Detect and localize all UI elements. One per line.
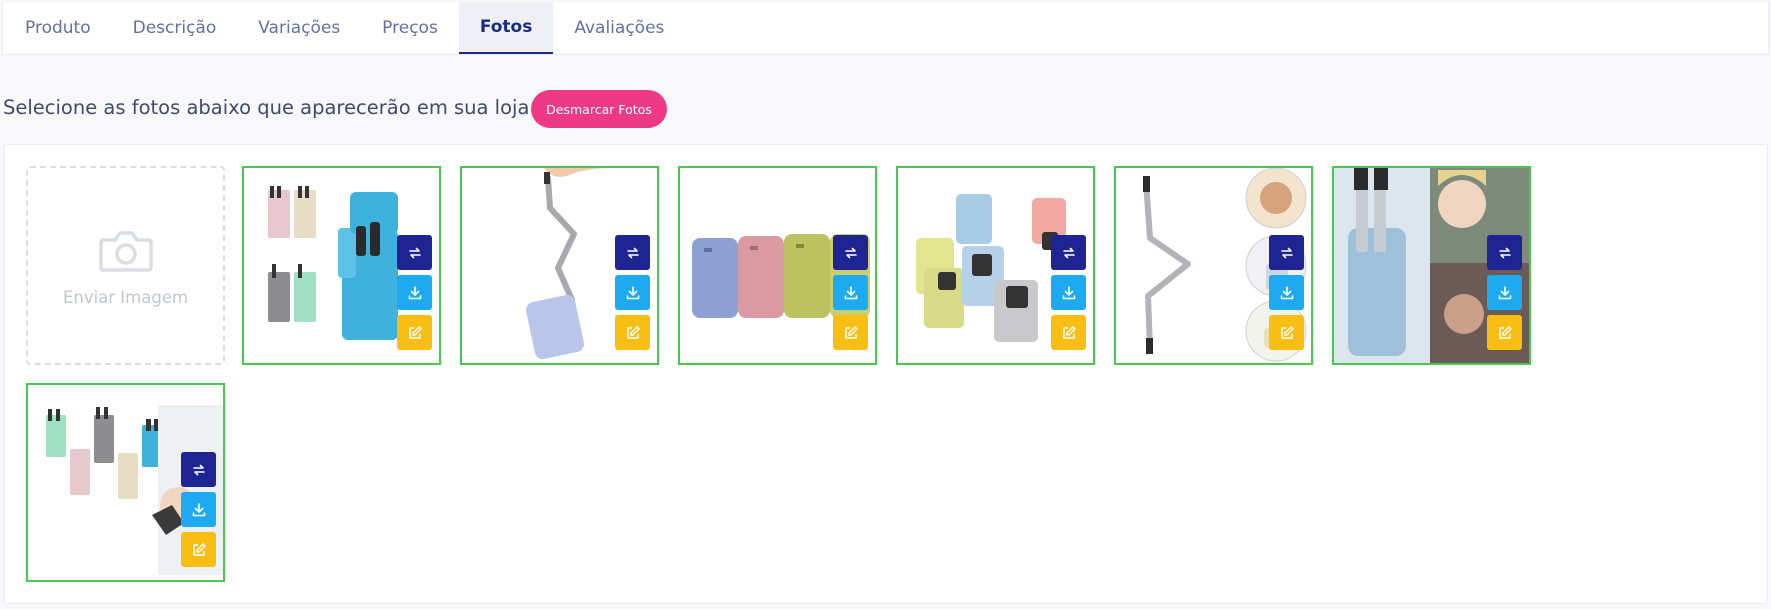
swap-photo-button[interactable] bbox=[181, 452, 216, 487]
download-icon bbox=[1062, 285, 1075, 299]
swap-icon bbox=[1062, 247, 1075, 258]
photo-tile[interactable] bbox=[1332, 166, 1531, 365]
edit-photo-button[interactable] bbox=[181, 532, 216, 567]
edit-photo-button[interactable] bbox=[397, 315, 432, 350]
swap-icon bbox=[192, 464, 205, 475]
edit-icon bbox=[1062, 325, 1076, 339]
photo-gallery: Enviar Imagem bbox=[4, 144, 1768, 604]
swap-photo-button[interactable] bbox=[833, 235, 868, 270]
download-icon bbox=[1498, 285, 1511, 299]
download-photo-button[interactable] bbox=[833, 275, 868, 310]
photos-heading: Selecione as fotos abaixo que aparecerão… bbox=[3, 96, 530, 119]
swap-icon bbox=[1498, 247, 1511, 258]
tab-avaliacoes[interactable]: Avaliações bbox=[553, 2, 685, 54]
swap-icon bbox=[1280, 247, 1293, 258]
tab-variacoes[interactable]: Variações bbox=[237, 2, 361, 54]
download-icon bbox=[192, 502, 205, 516]
photo-tile[interactable] bbox=[460, 166, 659, 365]
swap-icon bbox=[844, 247, 857, 258]
download-photo-button[interactable] bbox=[1051, 275, 1086, 310]
edit-photo-button[interactable] bbox=[1051, 315, 1086, 350]
edit-photo-button[interactable] bbox=[615, 315, 650, 350]
swap-icon bbox=[626, 247, 639, 258]
swap-photo-button[interactable] bbox=[397, 235, 432, 270]
swap-photo-button[interactable] bbox=[615, 235, 650, 270]
upload-image-tile[interactable]: Enviar Imagem bbox=[26, 166, 225, 365]
tab-produto[interactable]: Produto bbox=[3, 2, 112, 54]
swap-photo-button[interactable] bbox=[1051, 235, 1086, 270]
swap-icon bbox=[408, 247, 421, 258]
edit-icon bbox=[844, 325, 858, 339]
edit-icon bbox=[408, 325, 422, 339]
edit-photo-button[interactable] bbox=[1269, 315, 1304, 350]
edit-photo-button[interactable] bbox=[833, 315, 868, 350]
download-icon bbox=[626, 285, 639, 299]
edit-icon bbox=[1498, 325, 1512, 339]
camera-icon bbox=[98, 231, 153, 272]
tab-precos[interactable]: Preços bbox=[361, 2, 459, 54]
download-photo-button[interactable] bbox=[181, 492, 216, 527]
photo-tile[interactable] bbox=[242, 166, 441, 365]
download-photo-button[interactable] bbox=[615, 275, 650, 310]
download-icon bbox=[1280, 285, 1293, 299]
photo-tile[interactable] bbox=[678, 166, 877, 365]
download-photo-button[interactable] bbox=[1487, 275, 1522, 310]
edit-photo-button[interactable] bbox=[1487, 315, 1522, 350]
edit-icon bbox=[1280, 325, 1294, 339]
upload-image-label: Enviar Imagem bbox=[62, 288, 189, 307]
swap-photo-button[interactable] bbox=[1269, 235, 1304, 270]
photo-tile[interactable] bbox=[1114, 166, 1313, 365]
tab-descricao[interactable]: Descrição bbox=[112, 2, 238, 54]
tab-bar: Produto Descrição Variações Preços Fotos… bbox=[2, 2, 1769, 55]
download-photo-button[interactable] bbox=[397, 275, 432, 310]
swap-photo-button[interactable] bbox=[1487, 235, 1522, 270]
tab-fotos[interactable]: Fotos bbox=[458, 2, 554, 54]
download-icon bbox=[408, 285, 421, 299]
download-icon bbox=[844, 285, 857, 299]
edit-icon bbox=[192, 542, 206, 556]
edit-icon bbox=[626, 325, 640, 339]
download-photo-button[interactable] bbox=[1269, 275, 1304, 310]
unselect-photos-button[interactable]: Desmarcar Fotos bbox=[531, 90, 667, 128]
photo-tile[interactable] bbox=[896, 166, 1095, 365]
photo-tile[interactable] bbox=[26, 383, 225, 582]
